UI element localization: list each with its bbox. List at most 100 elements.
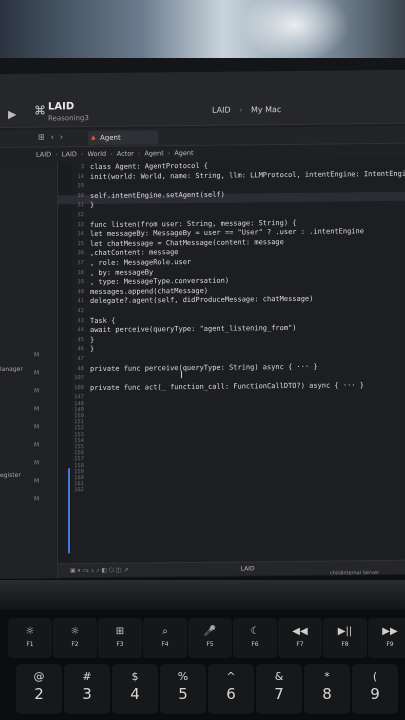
line-number: 108	[74, 384, 84, 392]
modified-badge: M	[34, 405, 40, 413]
scheme-selector[interactable]: LAID › My Mac	[212, 105, 281, 115]
line-number: 14	[77, 173, 84, 180]
scheme-device[interactable]: My Mac	[251, 105, 281, 114]
code-text[interactable]: private func act(_ function_call: Functi…	[90, 381, 364, 392]
line-number: 45	[77, 336, 84, 343]
line-number: 41	[77, 298, 84, 305]
key-symbol: $	[131, 670, 139, 683]
function-key[interactable]: ▶|| F8	[323, 618, 367, 658]
key-symbol: &	[274, 670, 284, 683]
code-text[interactable]: , by: messageBy	[90, 268, 153, 277]
function-key[interactable]: ☼ F2	[53, 618, 97, 658]
code-text[interactable]: func listen(from user: String, message: …	[90, 218, 297, 228]
function-key[interactable]: ▶▶ F9	[368, 618, 405, 658]
line-number: 162	[74, 487, 84, 494]
code-text[interactable]: let chatMessage = ChatMessage(content: m…	[90, 238, 284, 248]
number-key[interactable]: ^ 6	[208, 664, 254, 714]
tab-agent[interactable]: Agent	[88, 130, 158, 146]
breadcrumb-item[interactable]: Agent	[174, 149, 193, 157]
sidebar-file-label[interactable]: lanager	[0, 366, 23, 373]
project-navigator: lanageregistererrorsMMMMMMMMM	[0, 161, 58, 579]
line-number: 39	[77, 279, 84, 286]
number-key[interactable]: $4	[112, 664, 158, 714]
code-text[interactable]: await perceive(queryType: "agent_listeni…	[90, 324, 297, 334]
console-line: childInternal Server	[330, 570, 380, 577]
code-text[interactable]: }	[90, 336, 94, 344]
debug-controls-icon[interactable]: ▣ ⏸ ⤼ ⤵ ⤴ ◧ ⬡ ◫ ➚	[70, 567, 129, 575]
function-key[interactable]: ⌕ F4	[143, 618, 187, 658]
code-text[interactable]: }	[90, 345, 94, 353]
line-number: 107	[74, 375, 84, 382]
code-editor[interactable]: 3 class Agent: AgentProtocol {14 init(wor…	[58, 160, 405, 564]
breadcrumb-item[interactable]: World	[88, 150, 107, 158]
code-text[interactable]: delegate?.agent(self, didProduceMessage:…	[90, 295, 313, 305]
xcode-toolbar: ▶ ⌘ LAID Reasoning3 LAID › My Mac	[0, 69, 405, 128]
line-number: 38	[77, 269, 84, 276]
line-number: 36	[77, 250, 84, 257]
breadcrumb-item[interactable]: Agent	[144, 149, 163, 157]
function-key[interactable]: ⊞ F3	[98, 618, 142, 658]
code-line[interactable]: 108 private func act(_ function_call: Fu…	[58, 381, 405, 393]
sidebar-file-label[interactable]: egister	[0, 472, 21, 479]
code-text[interactable]: , role: MessageRole.user	[90, 258, 191, 267]
code-text[interactable]: messages.append(chatMessage)	[90, 287, 208, 296]
breadcrumb-item[interactable]: LAID	[36, 150, 51, 158]
line-number: 33	[77, 221, 84, 228]
key-number: 8	[322, 685, 332, 703]
code-text[interactable]: class Agent: AgentProtocol {	[90, 162, 208, 171]
nav-arrows-icon[interactable]: ⊞‹›	[38, 132, 69, 141]
breadcrumb-item[interactable]: LAID	[62, 150, 77, 158]
modified-badge: M	[34, 423, 40, 431]
key-number: 4	[130, 685, 140, 703]
key-symbol: *	[324, 670, 330, 683]
code-text[interactable]: , type: MessageType.conversation)	[90, 277, 229, 286]
key-label: F5	[206, 641, 214, 648]
code-text[interactable]: ,chatContent: message	[90, 249, 179, 258]
number-key[interactable]: (9	[352, 664, 398, 714]
modified-badge: M	[34, 441, 40, 449]
scheme-target[interactable]: LAID	[212, 106, 231, 115]
laptop-hinge	[0, 580, 405, 610]
key-icon: ⌕	[162, 626, 168, 637]
window-light	[240, 0, 350, 62]
line-number: 37	[77, 260, 84, 267]
number-key[interactable]: * 8	[304, 664, 350, 714]
line-number: 42	[77, 308, 84, 315]
change-indicator	[68, 468, 70, 554]
line-number: 40	[77, 288, 84, 295]
scheme-separator-icon: ›	[239, 105, 243, 115]
chevron-right-icon: ›	[137, 149, 141, 158]
project-subtitle: Reasoning3	[48, 114, 89, 123]
line-number: 32	[77, 212, 84, 219]
key-icon: ◀◀	[292, 626, 308, 637]
key-icon: ⊞	[115, 626, 125, 637]
breadcrumb-item[interactable]: Actor	[117, 150, 134, 158]
function-key[interactable]: ☾ F6	[233, 618, 277, 658]
code-text[interactable]: private func perceive(queryType: String)…	[90, 362, 318, 372]
line-number: 30	[77, 192, 84, 199]
key-icon: 🎤	[203, 626, 217, 637]
function-key[interactable]: ☼ F1	[8, 618, 52, 658]
number-key[interactable]: % 5	[160, 664, 206, 714]
key-label: F4	[161, 641, 169, 648]
key-icon: ☼	[25, 626, 35, 637]
modified-badge: M	[34, 369, 40, 377]
code-text[interactable]: Task {	[90, 316, 115, 324]
modified-badge: M	[34, 495, 40, 503]
number-key[interactable]: #3	[64, 664, 110, 714]
key-number: 5	[178, 685, 188, 703]
key-number: 2	[34, 685, 44, 703]
function-key[interactable]: ◀◀ F7	[278, 618, 322, 658]
run-icon[interactable]: ▶	[8, 108, 16, 121]
code-text[interactable]: self.intentEngine.setAgent(self)	[90, 190, 225, 199]
key-number: 7	[274, 685, 284, 703]
number-key[interactable]: & 7	[256, 664, 302, 714]
key-number: 6	[226, 685, 236, 703]
number-key[interactable]: @2	[16, 664, 62, 714]
line-number: 47	[77, 356, 84, 363]
key-icon: ▶||	[337, 626, 353, 637]
code-text[interactable]: }	[90, 201, 94, 209]
line-number: 48	[77, 365, 84, 372]
key-label: F8	[341, 641, 349, 648]
function-key[interactable]: 🎤 F5	[188, 618, 232, 658]
